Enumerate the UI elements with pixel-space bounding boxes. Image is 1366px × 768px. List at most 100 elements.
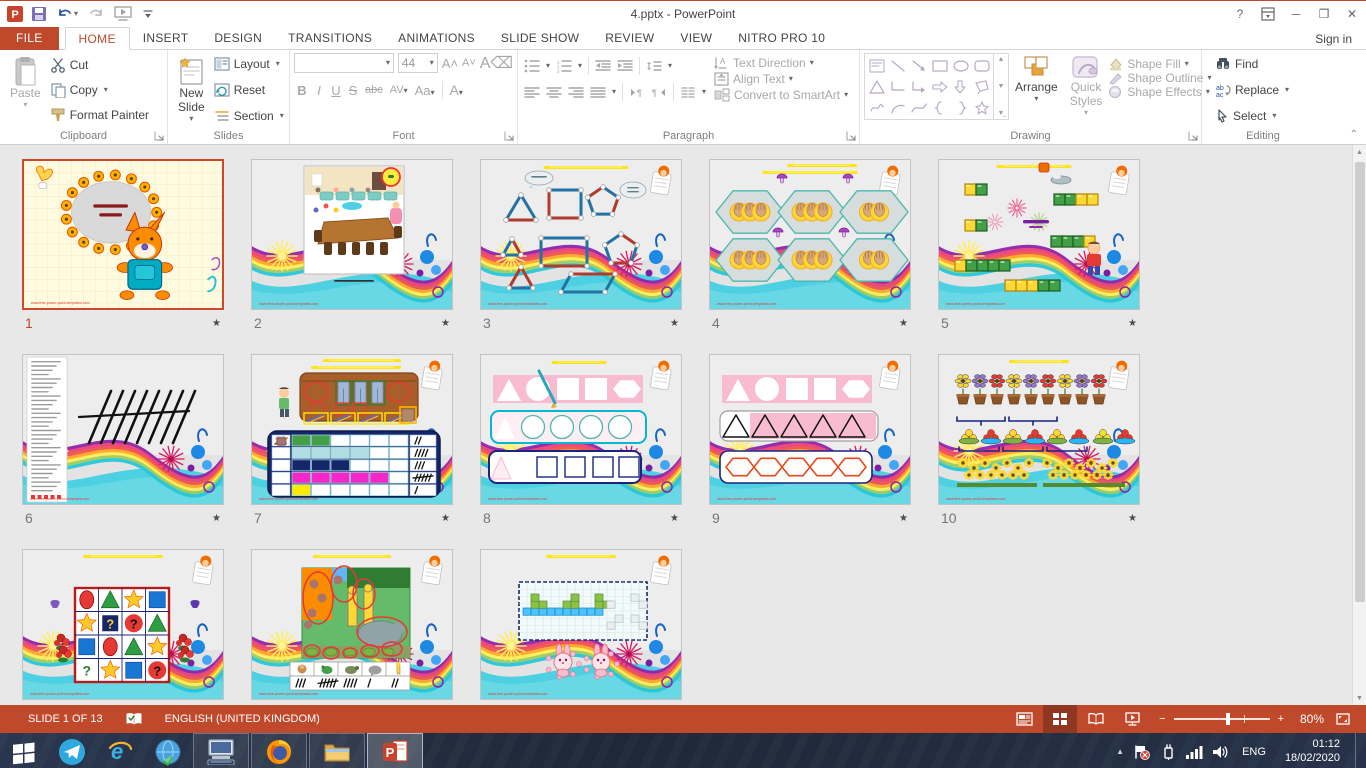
animation-star-icon[interactable]: ★ [441,318,450,329]
shape-cell-12[interactable] [866,97,887,118]
cut-button[interactable]: Cut [47,56,152,74]
animation-star-icon[interactable]: ★ [1128,318,1137,329]
taskbar-powerpoint-icon[interactable]: P [367,733,423,768]
network-icon[interactable] [1185,745,1203,759]
help-button[interactable]: ? [1226,1,1254,26]
arrange-button[interactable]: Arrange▾ [1009,53,1064,107]
slide-11-image[interactable]: ????www.free-power-point-templates.com [22,549,224,700]
shapes-gallery-scroll[interactable]: ▲▼▼̲ [994,53,1009,120]
shape-cell-13[interactable] [887,97,908,118]
paste-button[interactable]: Paste▾ [4,53,47,127]
clock[interactable]: 01:1218/02/2020 [1279,738,1346,766]
shapes-gallery[interactable] [864,53,994,120]
taskbar-internet-explorer-icon[interactable]: e [96,733,144,768]
show-desktop-button[interactable] [1355,733,1362,768]
tab-view[interactable]: VIEW [667,27,725,50]
shape-cell-5[interactable] [971,55,992,76]
taskbar-file-explorer-icon[interactable] [309,733,365,768]
slideshow-view-button[interactable] [1115,705,1149,733]
scroll-down-arrow[interactable]: ▼ [1353,691,1366,705]
slide-thumbnail-6[interactable]: www.free-power-point-templates.com6★ [22,354,224,529]
left-to-right-button[interactable]: ¶ [629,86,645,99]
slide-3-image[interactable]: www.free-power-point-templates.com [480,159,682,310]
bold-button[interactable]: B [297,83,307,98]
strikethrough-button[interactable]: abc [365,84,383,96]
tray-expand-icon[interactable]: ▲ [1116,747,1124,756]
volume-icon[interactable] [1212,745,1229,759]
shape-cell-6[interactable] [866,76,887,97]
animation-star-icon[interactable]: ★ [670,513,679,524]
tab-nitro-pro-10[interactable]: NITRO PRO 10 [725,27,838,50]
quick-styles-button[interactable]: Quick Styles▾ [1064,53,1109,121]
tab-insert[interactable]: INSERT [130,27,202,50]
slide-2-image[interactable]: www.free-power-point-templates.com [251,159,453,310]
animation-star-icon[interactable]: ★ [441,513,450,524]
slide-thumbnail-2[interactable]: www.free-power-point-templates.com2★ [251,159,453,334]
taskbar-firefox-icon[interactable] [251,733,307,768]
shape-cell-14[interactable] [908,97,929,118]
slide-thumbnail-8[interactable]: www.free-power-point-templates.com8★ [480,354,682,529]
taskbar-start-button[interactable] [0,733,48,768]
shape-cell-15[interactable] [929,97,950,118]
zoom-percent[interactable]: 80% [1294,712,1324,726]
sign-in-link[interactable]: Sign in [1301,28,1366,49]
increase-indent-button[interactable] [617,59,633,73]
slide-thumbnail-9[interactable]: www.free-power-point-templates.com9★ [709,354,911,529]
layout-button[interactable]: Layout▾ [211,56,287,72]
replace-button[interactable]: abacReplace▾ [1212,82,1320,98]
change-case-button[interactable]: Aa▾ [415,83,435,98]
taskbar-on-screen-keyboard-icon[interactable] [193,733,249,768]
slide-9-image[interactable]: www.free-power-point-templates.com [709,354,911,505]
columns-button[interactable] [680,86,696,99]
slide-thumbnail-4[interactable]: www.free-power-point-templates.com4★ [709,159,911,334]
format-painter-button[interactable]: Format Painter [47,106,152,124]
slide-10-image[interactable]: www.free-power-point-templates.com [938,354,1140,505]
font-dialog-launcher[interactable] [504,131,515,142]
tab-transitions[interactable]: TRANSITIONS [275,27,385,50]
select-button[interactable]: Select▾ [1212,108,1320,124]
slide-4-image[interactable]: www.free-power-point-templates.com [709,159,911,310]
reset-button[interactable]: Reset [211,82,287,98]
slide-thumbnail-12[interactable]: www.free-power-point-templates.com [251,549,453,705]
slide-13-image[interactable]: www.free-power-point-templates.com [480,549,682,700]
redo-button[interactable] [85,5,107,23]
slide-thumbnail-10[interactable]: www.free-power-point-templates.com10★ [938,354,1140,529]
shape-fill-button[interactable]: Shape Fill▾ [1108,57,1211,71]
collapse-ribbon-button[interactable]: ⌃ [1350,129,1358,140]
shape-cell-1[interactable] [887,55,908,76]
font-size-combo[interactable]: 44▾ [398,53,438,73]
close-button[interactable]: ✕ [1338,1,1366,26]
justify-button[interactable] [590,86,606,99]
shape-cell-8[interactable] [908,76,929,97]
language-tray[interactable]: ENG [1238,746,1270,758]
save-button[interactable] [28,5,50,23]
shadow-button[interactable]: S [348,83,358,98]
animation-star-icon[interactable]: ★ [670,318,679,329]
tab-slide-show[interactable]: SLIDE SHOW [488,27,592,50]
slide-sorter-view-button[interactable] [1043,705,1077,733]
character-spacing-button[interactable]: AV▾ [390,84,408,96]
slide-8-image[interactable]: www.free-power-point-templates.com [480,354,682,505]
underline-button[interactable]: U [331,83,341,98]
tab-animations[interactable]: ANIMATIONS [385,27,488,50]
paragraph-dialog-launcher[interactable] [846,131,857,142]
numbering-button[interactable]: 123 [556,59,572,73]
align-left-button[interactable] [524,86,540,99]
tab-home[interactable]: HOME [65,27,130,50]
grow-font-button[interactable]: A˄ [442,56,458,71]
shape-cell-16[interactable] [950,97,971,118]
slide-thumbnail-11[interactable]: ????www.free-power-point-templates.com [22,549,224,705]
convert-smartart-button[interactable]: Convert to SmartArt▾ [714,88,848,102]
clipboard-dialog-launcher[interactable] [154,131,165,142]
animation-star-icon[interactable]: ★ [899,513,908,524]
normal-view-button[interactable] [1007,705,1041,733]
reading-view-button[interactable] [1079,705,1113,733]
slide-7-image[interactable]: www.free-power-point-templates.com [251,354,453,505]
power-icon[interactable] [1160,744,1176,760]
vertical-scrollbar[interactable]: ▲ ▼ [1352,145,1366,705]
language-indicator[interactable]: ENGLISH (UNITED KINGDOM) [165,713,320,725]
section-button[interactable]: Section▾ [211,108,287,124]
slide-thumbnail-3[interactable]: www.free-power-point-templates.com3★ [480,159,682,334]
scrollbar-thumb[interactable] [1355,162,1365,602]
customize-qat-button[interactable] [139,7,157,21]
